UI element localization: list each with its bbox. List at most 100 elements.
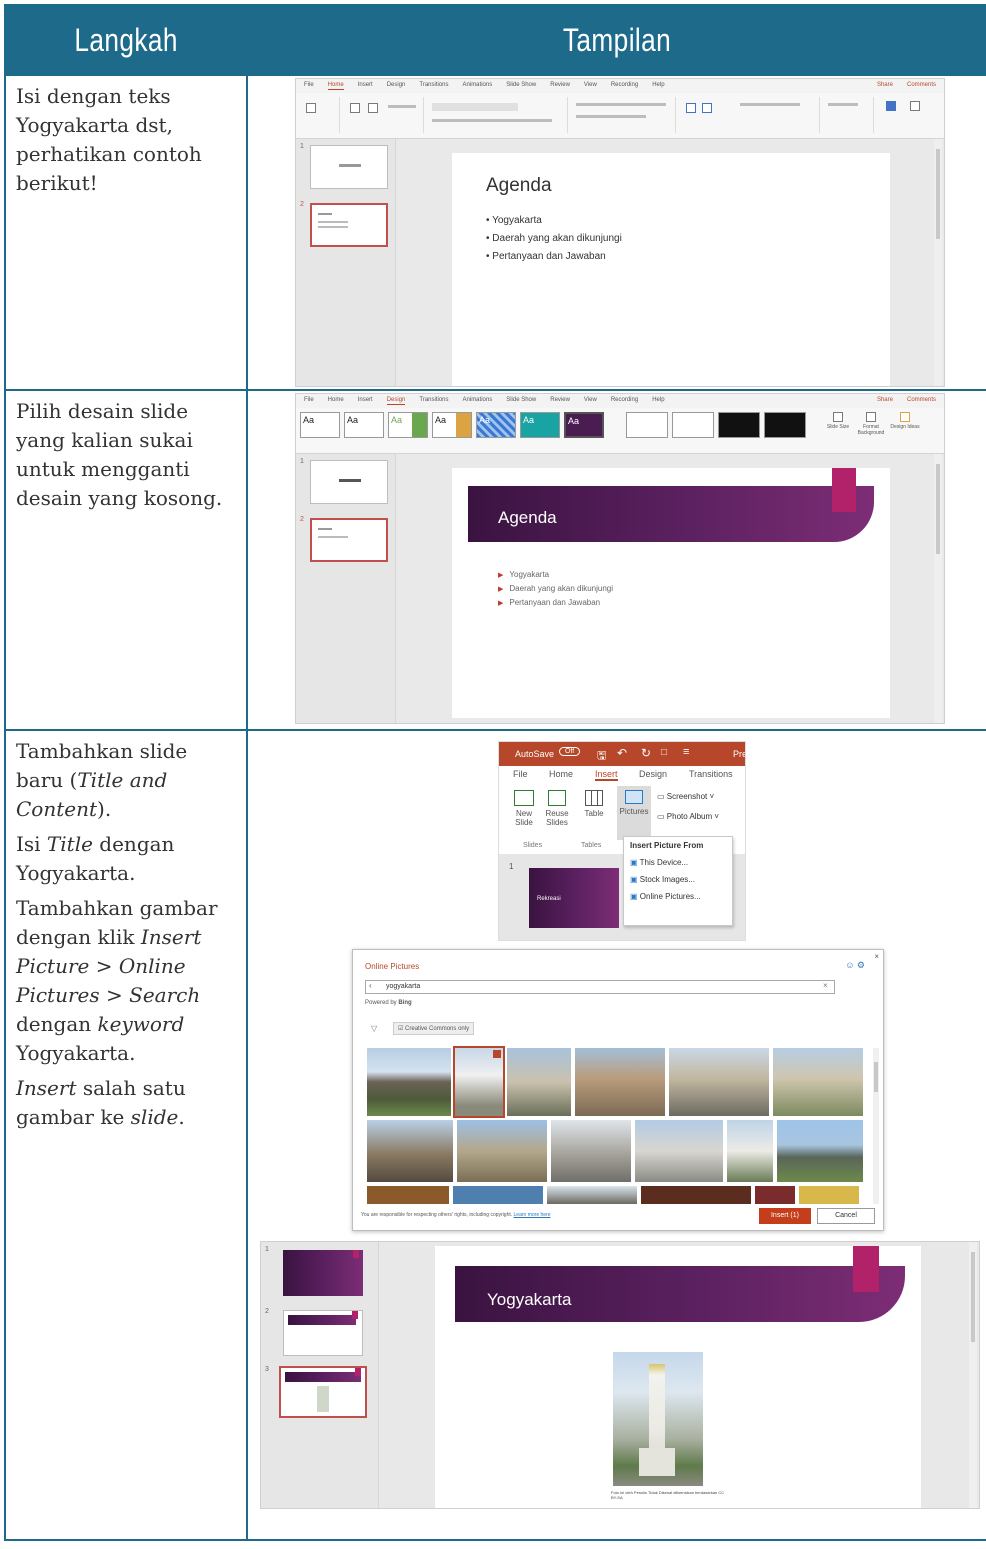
slide-canvas-3[interactable]: Yogyakarta Foto ini oleh Penulis Tidak D… — [435, 1246, 921, 1508]
insert-button[interactable]: Insert (1) — [759, 1208, 811, 1224]
theme-2[interactable]: Aa — [344, 412, 384, 438]
variant-4[interactable] — [764, 412, 806, 438]
tab-review[interactable]: Review — [550, 397, 570, 405]
bullet-1[interactable]: Yogyakarta — [498, 570, 549, 579]
filter-icon[interactable]: ▽ — [371, 1024, 377, 1033]
autosave-toggle[interactable]: Off — [559, 747, 581, 756]
customize-icon[interactable]: ≡ — [683, 746, 689, 758]
bullet-3[interactable]: • Pertanyaan dan Jawaban — [486, 251, 606, 262]
tab-insert[interactable]: Insert — [358, 82, 373, 90]
search-result-image[interactable] — [777, 1120, 863, 1182]
tab-home[interactable]: Home — [549, 769, 573, 779]
paste-icon[interactable] — [306, 103, 316, 113]
search-result-image[interactable] — [547, 1186, 637, 1204]
bullet-2[interactable]: Daerah yang akan dikunjungi — [498, 584, 613, 593]
tab-view[interactable]: View — [584, 82, 597, 90]
tab-slideshow[interactable]: Slide Show — [506, 397, 536, 405]
tab-review[interactable]: Review — [550, 82, 570, 90]
arrange-icon[interactable] — [702, 103, 712, 113]
new-slide-button[interactable]: New Slide — [507, 790, 541, 827]
online-pictures-item[interactable]: ▣ Online Pictures... — [624, 888, 732, 905]
variant-1[interactable] — [626, 412, 668, 438]
font-name-box[interactable] — [432, 103, 518, 111]
save-icon[interactable]: 🖫 — [597, 747, 606, 766]
slide-canvas[interactable]: Agenda • Yogyakarta • Daerah yang akan d… — [452, 153, 890, 386]
cancel-button[interactable]: Cancel — [817, 1208, 875, 1224]
screenshot-button[interactable]: ▭ Screenshot ˅ — [657, 792, 714, 801]
tab-design[interactable]: Design — [387, 82, 406, 90]
search-result-image-selected[interactable] — [453, 1046, 505, 1118]
format-background-button[interactable]: Format Background — [854, 412, 888, 436]
back-icon[interactable]: ‹ — [369, 981, 372, 990]
tab-transitions[interactable]: Transitions — [419, 397, 448, 405]
tab-design[interactable]: Design — [639, 769, 667, 779]
vertical-scrollbar-3[interactable] — [969, 1242, 977, 1508]
photo-album-button[interactable]: ▭ Photo Album ˅ — [657, 812, 719, 821]
search-result-image[interactable] — [669, 1048, 769, 1116]
search-result-image[interactable] — [367, 1186, 449, 1204]
stock-images-item[interactable]: ▣ Stock Images... — [624, 871, 732, 888]
slide-thumbnail-3[interactable] — [279, 1366, 367, 1418]
reuse-slides-button[interactable]: Reuse Slides — [541, 790, 573, 827]
tab-insert[interactable]: Insert — [595, 769, 618, 781]
search-result-image[interactable] — [635, 1120, 723, 1182]
slide-thumbnail-1[interactable] — [310, 145, 388, 189]
slide-canvas-2[interactable]: Agenda Yogyakarta Daerah yang akan dikun… — [452, 468, 890, 718]
search-result-image[interactable] — [641, 1186, 751, 1204]
search-result-image[interactable] — [755, 1186, 795, 1204]
theme-7-selected[interactable]: Aa — [564, 412, 604, 438]
slide-thumbnail-2[interactable] — [310, 518, 388, 562]
theme-3[interactable]: Aa — [388, 412, 428, 438]
search-result-image[interactable] — [367, 1120, 453, 1182]
tab-file[interactable]: File — [304, 397, 314, 405]
search-result-image[interactable] — [551, 1120, 631, 1182]
close-icon[interactable]: × — [874, 952, 879, 961]
search-result-image[interactable] — [773, 1048, 863, 1116]
dictate-icon[interactable] — [886, 101, 896, 111]
slide-title[interactable]: Agenda — [486, 175, 552, 197]
bullet-3[interactable]: Pertanyaan dan Jawaban — [498, 598, 600, 607]
shapes-icon[interactable] — [686, 103, 696, 113]
settings-icons[interactable]: ☺ ⚙ — [845, 960, 865, 971]
tab-animations[interactable]: Animations — [463, 397, 493, 405]
tab-slideshow[interactable]: Slide Show — [506, 82, 536, 90]
slide-thumbnail-2[interactable] — [283, 1310, 363, 1356]
this-device-item[interactable]: ▣ This Device... — [624, 854, 732, 871]
slide-title-3[interactable]: Yogyakarta — [487, 1290, 571, 1310]
tab-insert[interactable]: Insert — [358, 397, 373, 405]
search-result-image[interactable] — [367, 1048, 451, 1116]
slide-thumbnail-1[interactable] — [283, 1250, 363, 1296]
table-button[interactable]: Table — [579, 790, 609, 818]
tab-transitions[interactable]: Transitions — [419, 82, 448, 90]
search-result-image[interactable] — [575, 1048, 665, 1116]
tab-recording[interactable]: Recording — [611, 397, 638, 405]
present-icon[interactable]: □ — [661, 747, 667, 758]
creative-commons-filter[interactable]: ☑ Creative Commons only — [393, 1022, 475, 1035]
slide-size-button[interactable]: Slide Size — [824, 412, 852, 430]
designer-icon[interactable] — [910, 101, 920, 111]
slide-1-thumbnail[interactable]: Rekreasi — [529, 868, 619, 928]
tab-help[interactable]: Help — [652, 82, 664, 90]
vertical-scrollbar[interactable] — [934, 139, 942, 386]
search-result-image[interactable] — [457, 1120, 547, 1182]
tab-help[interactable]: Help — [652, 397, 664, 405]
yogyakarta-monument-image[interactable] — [613, 1352, 703, 1486]
undo-icon[interactable]: ↶ — [617, 746, 627, 760]
tab-recording[interactable]: Recording — [611, 82, 638, 90]
tab-home[interactable]: Home — [328, 397, 344, 405]
new-slide-icon[interactable] — [350, 103, 360, 113]
theme-6[interactable]: Aa — [520, 412, 560, 438]
clear-icon[interactable]: × — [823, 981, 828, 990]
slide-title-2[interactable]: Agenda — [498, 508, 557, 528]
theme-office[interactable]: Aa — [300, 412, 340, 438]
tab-view[interactable]: View — [584, 397, 597, 405]
share-button[interactable]: Share — [877, 397, 893, 405]
theme-4[interactable]: Aa — [432, 412, 472, 438]
comments-button[interactable]: Comments — [907, 82, 936, 90]
tab-design[interactable]: Design — [386, 397, 406, 405]
redo-icon[interactable]: ↻ — [641, 746, 651, 760]
pictures-button[interactable]: Pictures — [617, 786, 651, 840]
search-result-image[interactable] — [507, 1048, 571, 1116]
variant-2[interactable] — [672, 412, 714, 438]
tab-file[interactable]: File — [513, 769, 528, 779]
